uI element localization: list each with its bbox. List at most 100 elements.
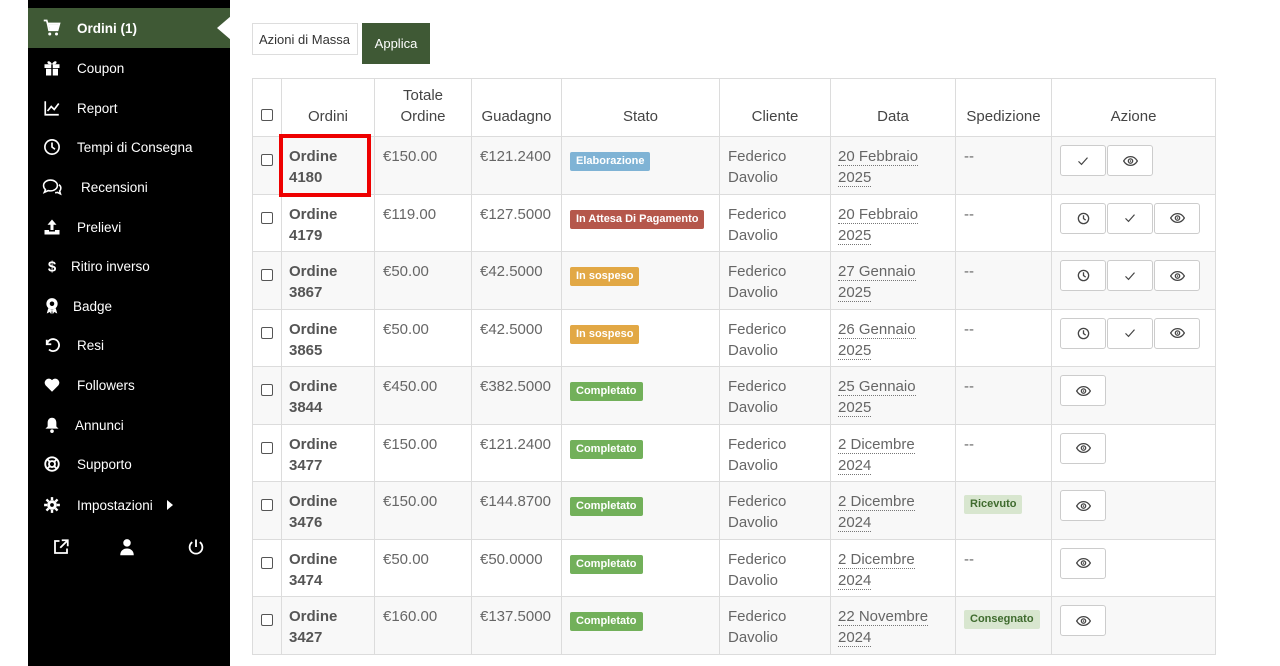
order-link[interactable]: Ordine 4180 [289, 146, 349, 188]
row-select-cell [252, 251, 282, 310]
order-link[interactable]: Ordine 3867 [289, 261, 349, 303]
order-link[interactable]: Ordine 3476 [289, 491, 349, 533]
eye-icon [1075, 500, 1091, 512]
order-earning: €42.5000 [480, 320, 543, 338]
actions-cell [1051, 596, 1216, 655]
check-icon [1124, 327, 1136, 339]
row-checkbox[interactable] [261, 211, 273, 224]
status-badge: Completato [570, 612, 643, 631]
client-cell: Federico Davolio [719, 136, 831, 195]
view-button[interactable] [1060, 432, 1106, 464]
earning-cell: €42.5000 [471, 251, 562, 310]
row-checkbox[interactable] [261, 499, 273, 511]
sidebar-item-label: Impostazioni [77, 497, 153, 513]
order-earning: €137.5000 [480, 608, 551, 625]
order-link[interactable]: Ordine 3865 [289, 319, 349, 361]
sidebar-item-coupon[interactable]: Coupon [28, 48, 230, 88]
date-cell: 20 Febbraio 2025 [830, 193, 956, 252]
apply-button[interactable]: Applica [362, 23, 430, 64]
view-button[interactable] [1060, 375, 1106, 406]
order-cell: Ordine 3474 [281, 538, 375, 597]
client-cell: Federico Davolio [719, 538, 831, 597]
header-totale-ordine: Totale Ordine [374, 78, 472, 137]
order-link[interactable]: Ordine 3474 [289, 549, 349, 591]
eye-icon [1075, 442, 1091, 454]
view-button[interactable] [1060, 605, 1106, 636]
process-button[interactable] [1060, 202, 1106, 234]
cart-icon [42, 18, 62, 38]
bulk-actions-select[interactable]: Azioni di Massa [252, 23, 358, 55]
sidebar-item-ordini[interactable]: Ordini (1) [28, 8, 231, 48]
order-date-text: 2 Dicembre 2024 [838, 550, 915, 590]
sidebar-item-tempi-di-consegna[interactable]: Tempi di Consegna [28, 127, 230, 167]
order-link[interactable]: Ordine 3477 [289, 434, 349, 476]
order-link[interactable]: Ordine 4179 [289, 204, 349, 246]
sidebar-item-resi[interactable]: Resi [28, 325, 230, 365]
sidebar-item-label: Followers [77, 377, 135, 393]
sidebar-item-impostazioni[interactable]: Impostazioni [28, 485, 230, 525]
complete-button[interactable] [1107, 260, 1153, 291]
earning-cell: €50.0000 [471, 538, 562, 597]
sidebar-item-report[interactable]: Report [28, 88, 230, 128]
row-checkbox[interactable] [261, 384, 273, 396]
view-button[interactable] [1154, 202, 1200, 234]
row-checkbox[interactable] [261, 556, 273, 569]
undo-icon [42, 335, 62, 355]
shipping-cell: -- [955, 136, 1052, 195]
status-cell: In sospeso [561, 251, 720, 310]
table-row: Ordine 3427 €160.00 €137.5000 Completato Fed… [252, 596, 1216, 655]
complete-button[interactable] [1060, 145, 1106, 176]
order-total: €450.00 [383, 378, 438, 395]
sidebar-item-annunci[interactable]: Annunci [28, 405, 230, 445]
row-checkbox[interactable] [261, 614, 273, 626]
table-row: Ordine 3844 €450.00 €382.5000 Completato Fed… [252, 366, 1216, 425]
status-badge: Completato [570, 439, 643, 459]
client-cell: Federico Davolio [719, 481, 831, 540]
sidebar-item-recensioni[interactable]: Recensioni [28, 167, 230, 207]
row-checkbox[interactable] [261, 154, 273, 166]
check-icon [1077, 155, 1089, 167]
complete-button[interactable] [1107, 317, 1153, 349]
sidebar-item-label: Badge [73, 298, 113, 314]
order-link[interactable]: Ordine 3427 [289, 606, 349, 648]
external-link-icon[interactable] [50, 536, 72, 558]
status-cell: Completato [561, 366, 720, 425]
order-total: €50.00 [383, 263, 429, 280]
view-button[interactable] [1154, 260, 1200, 291]
sidebar-item-badge[interactable]: Badge [28, 286, 230, 326]
user-icon[interactable] [116, 536, 138, 558]
complete-button[interactable] [1107, 202, 1153, 234]
power-icon[interactable] [185, 536, 207, 558]
sidebar-item-prelievi[interactable]: Prelievi [28, 207, 230, 247]
view-button[interactable] [1107, 145, 1153, 176]
order-earning: €42.5000 [480, 263, 543, 280]
sidebar-item-label: Supporto [77, 456, 132, 472]
sidebar-item-supporto[interactable]: Supporto [28, 444, 230, 484]
order-date: 22 Novembre 2024 [838, 606, 934, 648]
view-button[interactable] [1154, 317, 1200, 349]
process-button[interactable] [1060, 317, 1106, 349]
date-cell: 26 Gennaio 2025 [830, 308, 956, 367]
actions-cell [1051, 308, 1216, 367]
order-date: 20 Febbraio 2025 [838, 146, 934, 188]
row-checkbox[interactable] [261, 326, 273, 339]
sidebar-item-ritiro-inverso[interactable]: $ Ritiro inverso [28, 246, 230, 286]
shipping-status: -- [964, 148, 974, 165]
select-all-checkbox[interactable] [261, 109, 273, 121]
process-button[interactable] [1060, 260, 1106, 291]
order-earning: €144.8700 [480, 493, 551, 510]
order-total: €150.00 [383, 435, 438, 453]
view-button[interactable] [1060, 547, 1106, 579]
row-checkbox[interactable] [261, 441, 273, 454]
svg-text:$: $ [48, 258, 57, 275]
total-cell: €150.00 [374, 481, 472, 540]
row-checkbox[interactable] [261, 269, 273, 281]
date-cell: 2 Dicembre 2024 [830, 481, 956, 540]
row-select-cell [252, 423, 282, 482]
sidebar-item-followers[interactable]: Followers [28, 365, 230, 405]
view-button[interactable] [1060, 490, 1106, 521]
order-date-text: 22 Novembre 2024 [838, 608, 929, 647]
order-link[interactable]: Ordine 3844 [289, 376, 349, 418]
total-cell: €119.00 [374, 193, 472, 252]
client-cell: Federico Davolio [719, 596, 831, 655]
